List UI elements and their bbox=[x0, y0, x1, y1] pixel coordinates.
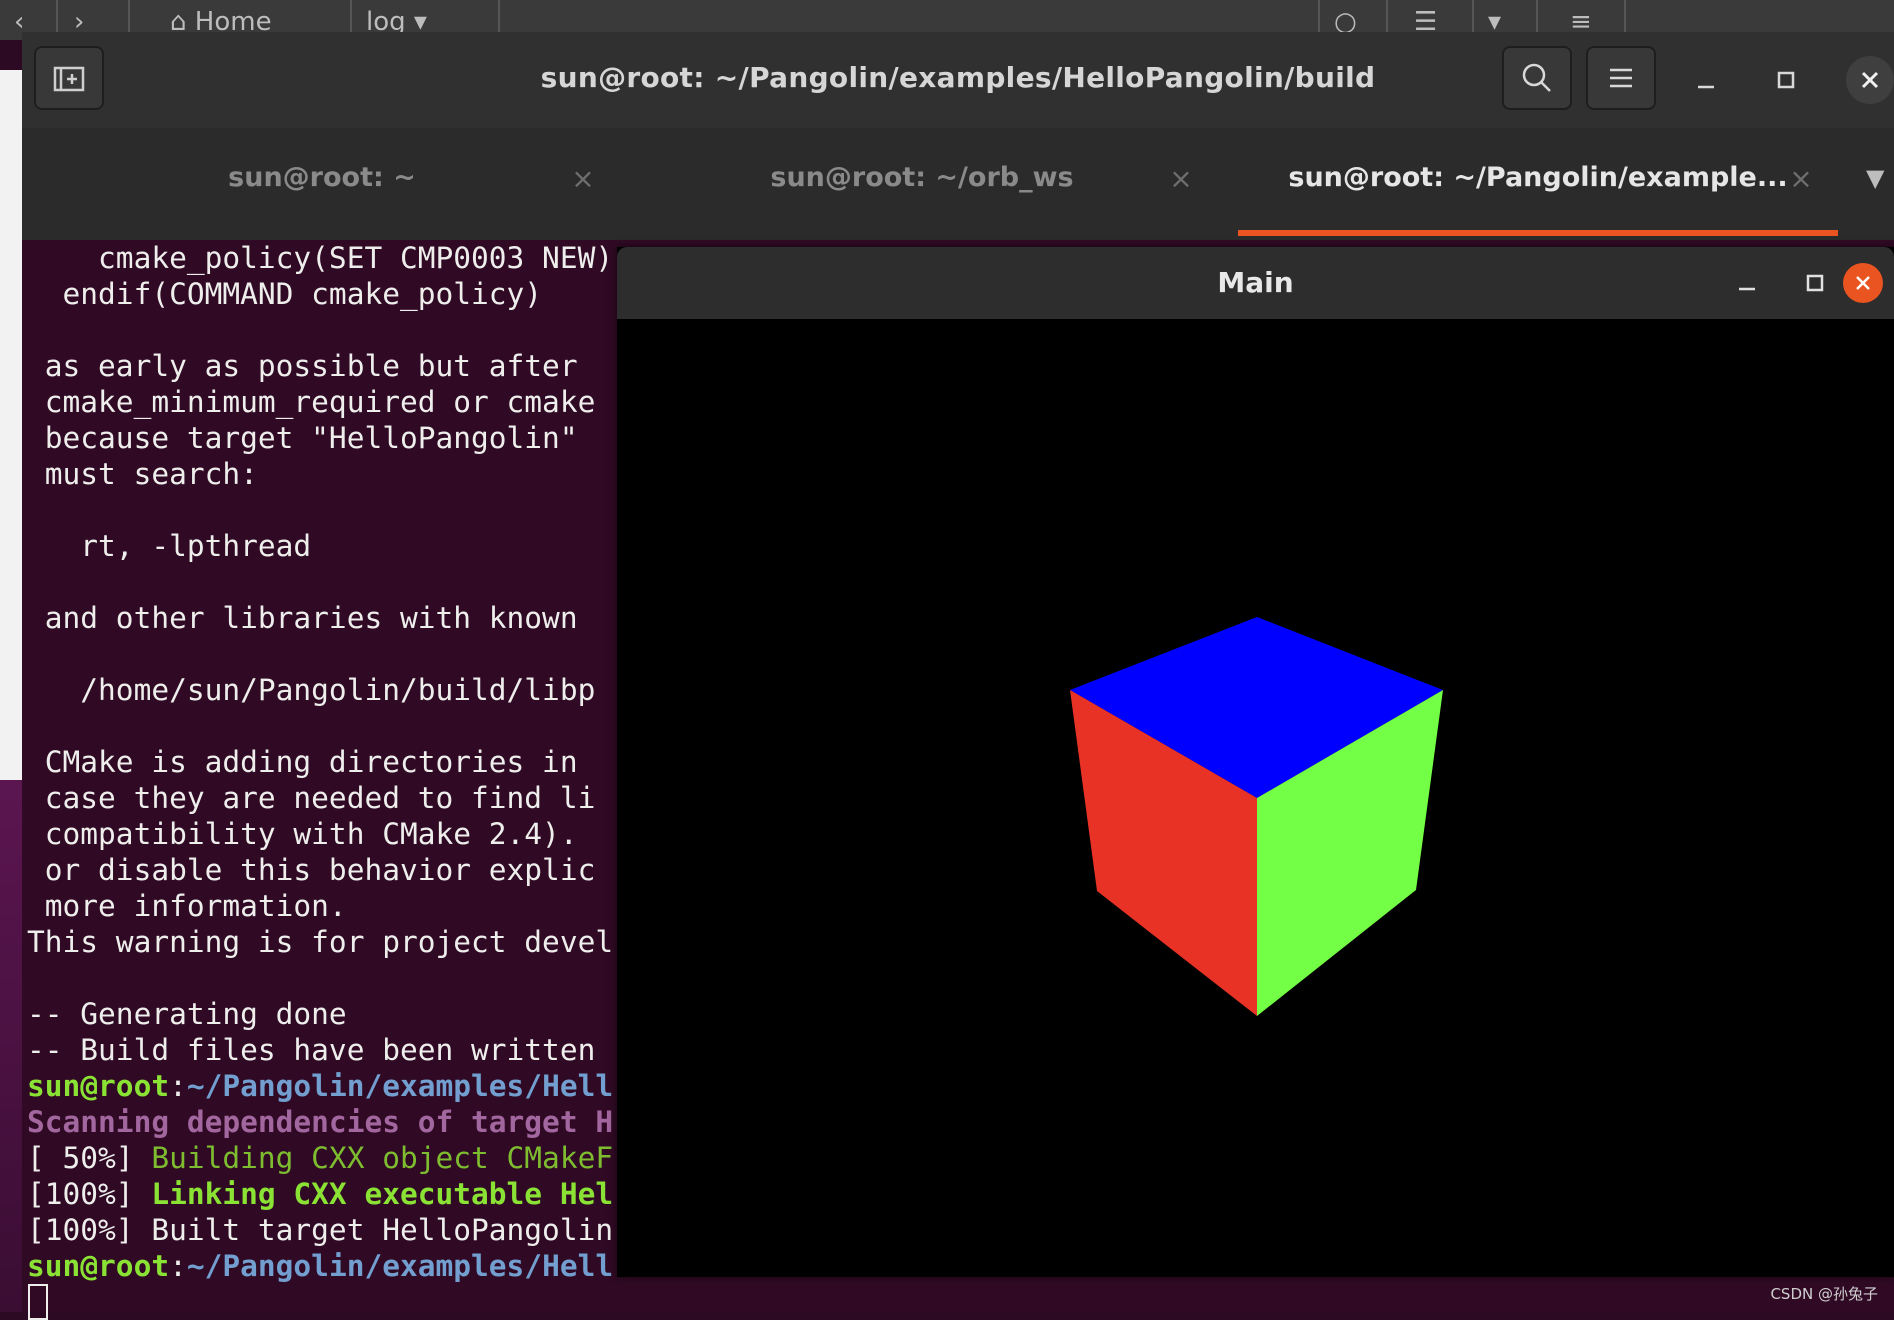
tab-bar: sun@root: ~ × sun@root: ~/orb_ws × sun@r… bbox=[22, 128, 1894, 240]
main-minimize-button[interactable] bbox=[1723, 259, 1771, 307]
prompt-user: sun@root bbox=[27, 1069, 170, 1103]
main-window-title: Main bbox=[1217, 266, 1294, 299]
tab-label: sun@root: ~/orb_ws bbox=[770, 162, 1074, 193]
main-close-button[interactable] bbox=[1843, 263, 1883, 303]
minimize-icon bbox=[1739, 287, 1755, 291]
background-window-edge bbox=[0, 70, 24, 780]
close-icon bbox=[1856, 276, 1870, 290]
maximize-icon bbox=[1806, 274, 1824, 292]
minimize-button[interactable] bbox=[1682, 56, 1730, 104]
search-button[interactable] bbox=[1502, 46, 1572, 110]
build-progress-line: [100%] Linking CXX executable Hel bbox=[27, 1176, 613, 1212]
tab-close-icon[interactable]: × bbox=[1786, 164, 1816, 194]
active-tab-indicator bbox=[1238, 230, 1838, 236]
watermark: CSDN @孙兔子 bbox=[1770, 1285, 1878, 1303]
terminal-header-bar: sun@root: ~/Pangolin/examples/HelloPango… bbox=[22, 32, 1894, 129]
prompt-path: ~/Pangolin/examples/Hell bbox=[186, 1249, 614, 1283]
maximize-button[interactable] bbox=[1762, 56, 1810, 104]
output-line: endif(COMMAND cmake_policy) bbox=[27, 277, 543, 311]
tab-home[interactable]: sun@root: ~ × bbox=[22, 128, 622, 240]
maximize-icon bbox=[1777, 71, 1795, 89]
prompt-separator: : bbox=[169, 1069, 187, 1103]
prompt-separator: : bbox=[169, 1249, 187, 1283]
tabs-overflow-chevron-icon[interactable]: ▼ bbox=[1866, 164, 1894, 194]
output-line: -- Generating done bbox=[27, 997, 347, 1031]
minimize-icon bbox=[1698, 85, 1714, 89]
output-line: CMake is adding directories in bbox=[27, 745, 578, 779]
pangolin-main-window[interactable]: Main bbox=[617, 247, 1894, 1277]
prompt-path: ~/Pangolin/examples/Hell bbox=[186, 1069, 614, 1103]
output-line: This warning is for project devel bbox=[27, 925, 614, 959]
progress-message: Building CXX object CMakeF bbox=[151, 1141, 614, 1175]
progress-message: Linking CXX executable Hel bbox=[151, 1177, 614, 1211]
main-window-header: Main bbox=[617, 247, 1894, 319]
opengl-canvas[interactable] bbox=[617, 319, 1894, 1277]
prompt-line: sun@root:~/Pangolin/examples/Hell bbox=[27, 1068, 613, 1104]
output-line: /home/sun/Pangolin/build/libp bbox=[27, 673, 596, 707]
tab-close-icon[interactable]: × bbox=[1166, 164, 1196, 194]
tab-orb-ws[interactable]: sun@root: ~/orb_ws × bbox=[622, 128, 1222, 240]
output-line: as early as possible but after bbox=[27, 349, 578, 383]
output-line: Scanning dependencies of target H bbox=[27, 1105, 614, 1139]
new-tab-button[interactable] bbox=[34, 46, 104, 110]
tab-pangolin[interactable]: sun@root: ~/Pangolin/example... × bbox=[1238, 128, 1838, 240]
output-line: and other libraries with known bbox=[27, 601, 578, 635]
output-line: must search: bbox=[27, 457, 258, 491]
output-line: cmake_policy(SET CMP0003 NEW) bbox=[27, 241, 614, 275]
progress-prefix: [ 50%] bbox=[27, 1141, 152, 1175]
output-line: because target "HelloPangolin" bbox=[27, 421, 578, 455]
hamburger-menu-button[interactable] bbox=[1586, 46, 1656, 110]
prompt-user: sun@root bbox=[27, 1249, 170, 1283]
search-icon bbox=[1522, 63, 1551, 92]
tab-label: sun@root: ~ bbox=[228, 162, 416, 193]
progress-prefix: [100%] bbox=[27, 1177, 152, 1211]
terminal-cursor bbox=[28, 1284, 48, 1320]
close-button[interactable] bbox=[1846, 56, 1894, 104]
output-line: more information. bbox=[27, 889, 347, 923]
output-line: case they are needed to find li bbox=[27, 781, 596, 815]
prompt-line: sun@root:~/Pangolin/examples/Hell bbox=[27, 1248, 613, 1284]
hamburger-icon bbox=[1610, 68, 1632, 88]
output-line: rt, -lpthread bbox=[27, 529, 312, 563]
output-line: compatibility with CMake 2.4). bbox=[27, 817, 578, 851]
output-line: [100%] Built target HelloPangolin bbox=[27, 1213, 614, 1247]
close-icon bbox=[1861, 71, 1879, 89]
output-line: -- Build files have been written bbox=[27, 1033, 596, 1067]
new-tab-icon bbox=[53, 66, 85, 92]
tab-label: sun@root: ~/Pangolin/example... bbox=[1288, 162, 1788, 193]
output-line: cmake_minimum_required or cmake bbox=[27, 385, 596, 419]
build-progress-line: [ 50%] Building CXX object CMakeF bbox=[27, 1140, 613, 1176]
tab-close-icon[interactable]: × bbox=[568, 164, 598, 194]
output-line: or disable this behavior explic bbox=[27, 853, 596, 887]
main-maximize-button[interactable] bbox=[1791, 259, 1839, 307]
cube-render bbox=[1070, 617, 1443, 1016]
desktop-wallpaper bbox=[0, 780, 24, 1312]
